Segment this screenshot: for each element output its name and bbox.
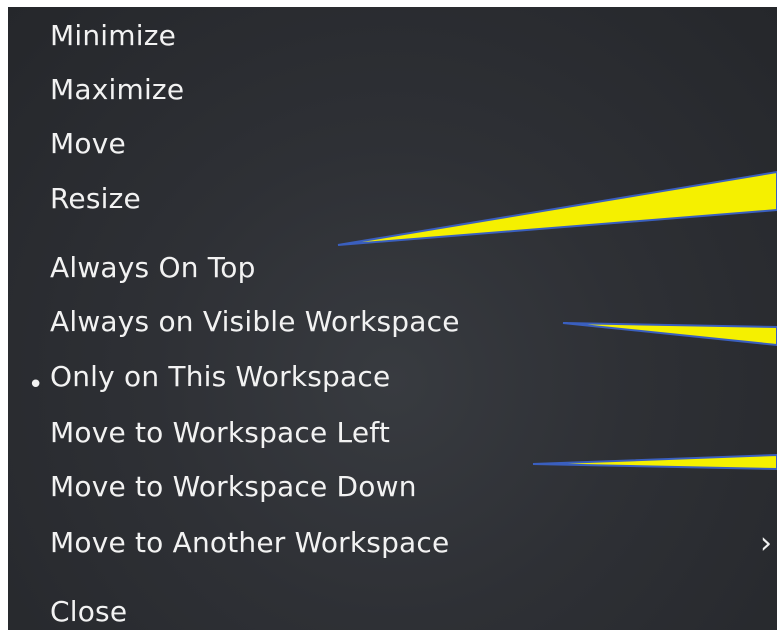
menu-list: Minimize Maximize Move Resize Always On … — [8, 7, 777, 630]
submenu-chevron-icon: › — [760, 526, 773, 561]
menu-item-always-on-visible-workspace[interactable]: Always on Visible Workspace — [50, 305, 460, 339]
menu-item-always-on-top[interactable]: Always On Top — [50, 251, 256, 285]
menu-item-resize[interactable]: Resize — [50, 182, 141, 216]
menu-item-move-to-workspace-down[interactable]: Move to Workspace Down — [50, 470, 417, 504]
menu-item-move-to-another-workspace[interactable]: Move to Another Workspace — [50, 526, 449, 560]
menu-item-maximize[interactable]: Maximize — [50, 73, 184, 107]
menu-item-move-to-workspace-left[interactable]: Move to Workspace Left — [50, 416, 390, 450]
menu-item-close[interactable]: Close — [50, 595, 127, 629]
menu-item-move[interactable]: Move — [50, 127, 126, 161]
selected-bullet-icon: • — [28, 370, 44, 400]
menu-item-minimize[interactable]: Minimize — [50, 19, 176, 53]
window-menu: Minimize Maximize Move Resize Always On … — [8, 7, 777, 630]
menu-item-only-on-this-workspace[interactable]: Only on This Workspace — [50, 360, 390, 394]
photo-frame: Minimize Maximize Move Resize Always On … — [0, 0, 777, 636]
